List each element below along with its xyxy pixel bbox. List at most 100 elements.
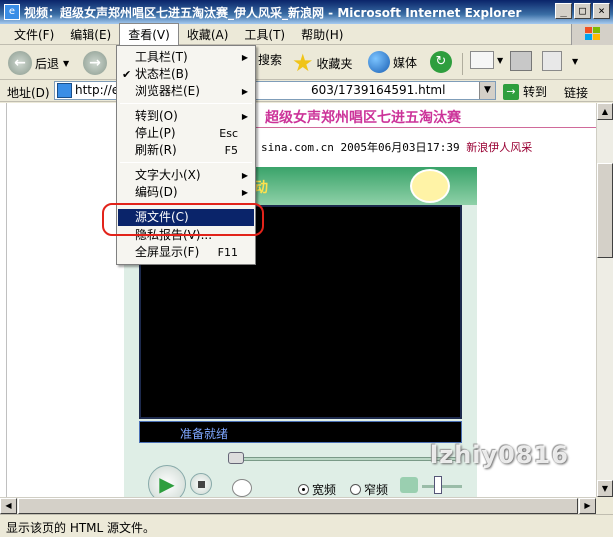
printer-icon	[510, 51, 532, 71]
chevron-down-icon: ▼	[63, 58, 70, 68]
player-logo-icon	[410, 169, 450, 203]
horizontal-scrollbar[interactable]: ◀ ▶	[0, 497, 596, 514]
forward-button[interactable]: →	[83, 51, 110, 75]
address-dropdown-icon[interactable]: ▼	[479, 82, 495, 99]
back-button[interactable]: ← 后退 ▼	[8, 51, 69, 75]
view-menu-refresh[interactable]: 刷新(R) F5	[118, 142, 254, 159]
menu-shortcut: F5	[224, 144, 238, 157]
view-menu-fullscreen[interactable]: 全屏显示(F) F11	[118, 244, 254, 261]
player-status-text: 准备就绪	[180, 427, 229, 441]
standard-toolbar: ← 后退 ▼ → 搜索 ★ 收藏夹 媒体 ↻ ▼ ▼	[0, 46, 613, 80]
radio-wide[interactable]	[298, 484, 309, 495]
fullscreen-icon[interactable]	[232, 479, 252, 497]
vertical-scroll-thumb[interactable]	[597, 163, 613, 258]
bandwidth-options: 宽频 窄频	[298, 481, 388, 497]
menu-tools[interactable]: 工具(T)	[236, 24, 293, 45]
back-label: 后退	[35, 56, 60, 71]
back-arrow-icon: ←	[8, 51, 32, 75]
menu-edit[interactable]: 编辑(E)	[62, 24, 119, 45]
mail-icon	[470, 51, 494, 69]
menu-separator	[120, 162, 252, 163]
address-bar: 地址(D) http://e 603/1739164591.html ▼ → 转…	[0, 80, 613, 102]
view-menu-stop[interactable]: 停止(P) Esc	[118, 125, 254, 142]
print-button[interactable]	[510, 51, 532, 71]
page-icon	[57, 83, 72, 98]
menu-view[interactable]: 查看(V)	[119, 22, 179, 46]
url-start: http://e	[75, 83, 120, 97]
radio-narrow-label: 窄频	[364, 483, 389, 497]
chevron-down-icon: ▼	[572, 56, 579, 66]
window-title: 视频：超级女声郑州唱区七进五淘汰赛_伊人风采_新浪网 - Microsoft I…	[24, 5, 522, 20]
window-controls: _ □ ×	[555, 3, 610, 19]
player-title: 动	[254, 180, 268, 196]
history-button[interactable]: ↻	[430, 51, 452, 73]
title-bar[interactable]: e 视频：超级女声郑州唱区七进五淘汰赛_伊人风采_新浪网 - Microsoft…	[0, 0, 613, 24]
view-menu-goto[interactable]: 转到(O) ▶	[118, 108, 254, 125]
submenu-arrow-icon: ▶	[241, 188, 248, 197]
submenu-arrow-icon: ▶	[241, 53, 248, 62]
menu-file[interactable]: 文件(F)	[6, 24, 62, 45]
media-label: 媒体	[393, 55, 418, 70]
menu-item-label: 停止(P)	[135, 126, 176, 140]
edit-page-icon	[542, 51, 562, 71]
edit-button[interactable]: ▼	[542, 51, 578, 71]
submenu-arrow-icon: ▶	[241, 171, 248, 180]
volume-icon[interactable]	[400, 477, 418, 493]
menu-item-label: 编码(D)	[135, 185, 178, 199]
view-menu-encoding[interactable]: 编码(D) ▶	[118, 184, 254, 201]
chevron-down-icon: ▼	[497, 55, 504, 65]
scroll-up-icon[interactable]: ▲	[597, 103, 613, 120]
byline-channel-link[interactable]: 新浪伊人风采	[466, 141, 532, 154]
seek-bar[interactable]	[229, 457, 461, 461]
byline-source: sina.com.cn 2005年06月03日17:39	[261, 141, 460, 154]
links-button[interactable]: 链接	[564, 84, 588, 101]
close-button[interactable]: ×	[593, 3, 610, 19]
maximize-button[interactable]: □	[574, 3, 591, 19]
search-button[interactable]: 搜索	[258, 51, 282, 68]
view-menu-statusbar[interactable]: ✔ 状态栏(B)	[118, 66, 254, 83]
view-menu-text-size[interactable]: 文字大小(X) ▶	[118, 167, 254, 184]
favorites-label: 收藏夹	[316, 56, 353, 71]
minimize-button[interactable]: _	[555, 3, 572, 19]
radio-narrow[interactable]	[350, 484, 362, 495]
scroll-left-icon[interactable]: ◀	[0, 498, 17, 514]
play-button[interactable]: ▶	[148, 465, 186, 497]
radio-wide-label: 宽频	[312, 483, 337, 497]
watermark: lzhiy0816	[430, 441, 569, 469]
volume-knob[interactable]	[434, 476, 442, 494]
horizontal-scroll-thumb[interactable]	[18, 498, 578, 514]
star-icon: ★	[292, 49, 314, 77]
media-button[interactable]: 媒体	[368, 51, 417, 73]
go-button[interactable]: → 转到	[503, 83, 547, 100]
toolbar-separator	[462, 53, 463, 75]
page-border	[6, 103, 7, 497]
stop-button[interactable]	[190, 473, 212, 495]
menu-shortcut: Esc	[219, 127, 238, 140]
scroll-right-icon[interactable]: ▶	[579, 498, 596, 514]
scroll-corner	[596, 497, 613, 514]
menu-shortcut: F11	[217, 246, 238, 259]
media-globe-icon	[368, 51, 390, 73]
go-arrow-icon: →	[503, 83, 519, 100]
view-menu-toolbars[interactable]: 工具栏(T) ▶	[118, 49, 254, 66]
menu-favorites[interactable]: 收藏(A)	[179, 24, 237, 45]
menu-separator	[120, 103, 252, 104]
status-text: 显示该页的 HTML 源文件。	[6, 521, 156, 535]
seek-knob[interactable]	[228, 452, 244, 464]
search-label: 搜索	[258, 53, 283, 67]
annotation-highlight-circle	[102, 203, 264, 236]
forward-arrow-icon: →	[83, 51, 107, 75]
menu-help[interactable]: 帮助(H)	[293, 24, 351, 45]
address-label: 地址(D)	[7, 86, 50, 100]
view-menu-explorer-bar[interactable]: 浏览器栏(E) ▶	[118, 83, 254, 100]
menu-item-label: 转到(O)	[135, 109, 178, 123]
vertical-scrollbar[interactable]: ▲ ▼	[596, 103, 613, 497]
mail-button[interactable]: ▼	[470, 51, 503, 69]
history-icon: ↻	[430, 51, 452, 73]
menu-item-label: 文字大小(X)	[135, 168, 201, 182]
volume-slider[interactable]	[422, 485, 462, 488]
page-content[interactable]: 超级女声郑州唱区七进五淘汰赛 sina.com.cn 2005年06月03日17…	[0, 103, 596, 497]
favorites-button[interactable]: ★ 收藏夹	[292, 51, 353, 75]
scroll-down-icon[interactable]: ▼	[597, 480, 613, 497]
menu-item-label: 工具栏(T)	[135, 50, 188, 64]
